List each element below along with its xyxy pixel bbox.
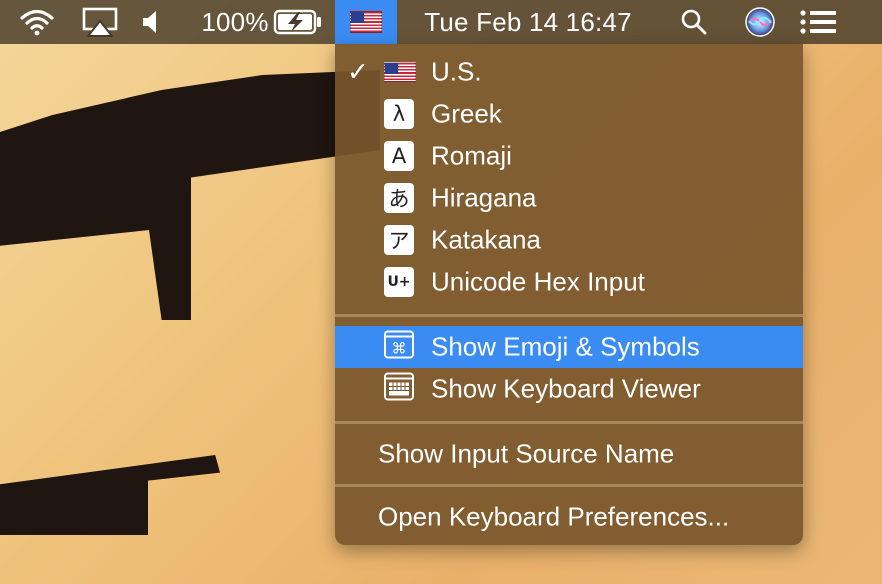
volume-icon[interactable] <box>138 0 164 44</box>
us-flag-icon <box>384 62 416 82</box>
lambda-icon: λ <box>384 99 414 129</box>
romaji-a-icon: A <box>384 141 414 171</box>
emoji-symbols-icon: ⌘ <box>384 330 414 364</box>
menu-item-label: Show Input Source Name <box>378 438 675 469</box>
menu-item-show-input-source-name[interactable]: Show Input Source Name <box>335 433 803 475</box>
menu-item-label: Greek <box>431 98 502 129</box>
spotlight-search-icon[interactable] <box>676 0 712 44</box>
menu-item-label: Romaji <box>431 140 512 171</box>
menubar-clock[interactable]: Tue Feb 14 16:47 <box>412 0 644 44</box>
menubar: 100% Tue Feb 14 16:47 <box>0 0 882 44</box>
unicode-hex-icon: U+ <box>384 267 414 297</box>
menu-item-unicode-hex[interactable]: U+ Unicode Hex Input <box>335 261 803 303</box>
katakana-icon: ア <box>384 225 414 255</box>
hiragana-icon: あ <box>384 183 414 213</box>
menu-item-label: Show Emoji & Symbols <box>431 331 700 362</box>
wallpaper-torii-bottom <box>0 455 220 535</box>
checkmark-icon: ✓ <box>347 56 369 87</box>
menu-separator <box>335 421 803 424</box>
menu-item-label: Open Keyboard Preferences... <box>378 501 730 532</box>
menu-item-hiragana[interactable]: あ Hiragana <box>335 177 803 219</box>
menu-item-label: Unicode Hex Input <box>431 266 645 297</box>
input-source-dropdown: ✓ U.S. λ Greek A Romaji あ Hiragana ア Kat… <box>335 44 803 545</box>
menu-item-label: U.S. <box>431 56 482 87</box>
menu-item-label: Show Keyboard Viewer <box>431 373 701 404</box>
siri-icon[interactable] <box>742 0 778 44</box>
menu-item-show-emoji[interactable]: ⌘ Show Emoji & Symbols <box>335 326 803 368</box>
wallpaper-torii-top <box>0 70 380 320</box>
menu-item-greek[interactable]: λ Greek <box>335 93 803 135</box>
svg-text:⌘: ⌘ <box>392 340 407 358</box>
us-flag-icon <box>350 11 382 33</box>
menu-item-label: Katakana <box>431 224 541 255</box>
menu-item-us[interactable]: ✓ U.S. <box>335 51 803 93</box>
menu-item-katakana[interactable]: ア Katakana <box>335 219 803 261</box>
input-source-menu-button[interactable] <box>335 0 397 44</box>
menu-item-romaji[interactable]: A Romaji <box>335 135 803 177</box>
airplay-icon[interactable] <box>80 0 120 44</box>
menu-separator <box>335 484 803 487</box>
menu-item-open-keyboard-preferences[interactable]: Open Keyboard Preferences... <box>335 496 803 538</box>
wifi-icon[interactable] <box>14 0 60 44</box>
notification-center-icon[interactable] <box>796 0 840 44</box>
menu-item-show-keyboard-viewer[interactable]: Show Keyboard Viewer <box>335 368 803 410</box>
menu-separator <box>335 314 803 317</box>
keyboard-viewer-icon <box>384 372 414 406</box>
battery-percent[interactable]: 100% <box>201 0 268 44</box>
menu-item-label: Hiragana <box>431 182 537 213</box>
battery-charging-icon[interactable] <box>272 0 324 44</box>
